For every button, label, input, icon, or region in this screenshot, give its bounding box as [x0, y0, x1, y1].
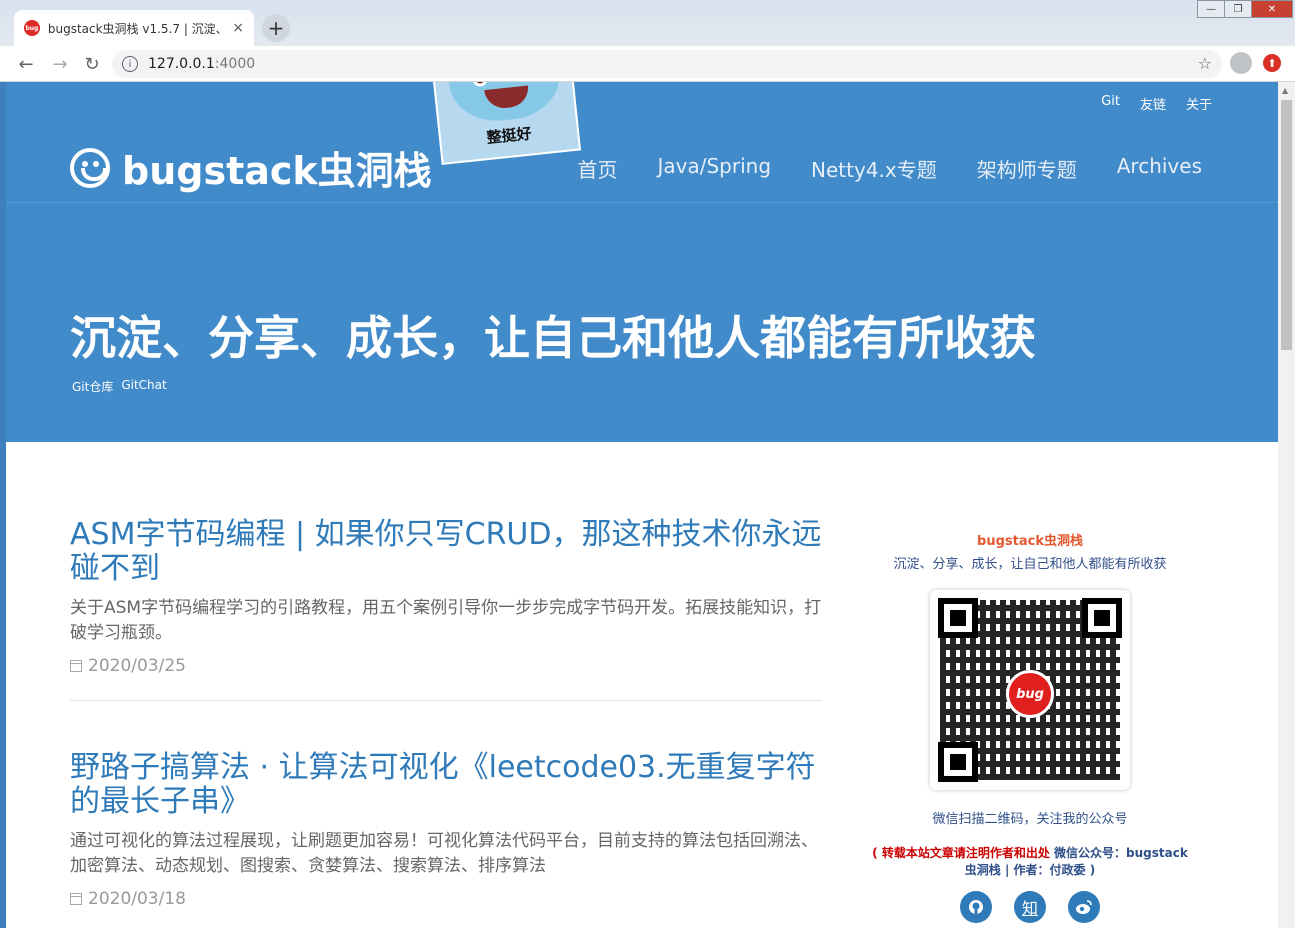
hero-link-gitchat[interactable]: GitChat: [121, 378, 166, 395]
close-window-button[interactable]: ✕: [1251, 0, 1293, 18]
sidebar-scan-text: 微信扫描二维码，关注我的公众号: [932, 812, 1128, 827]
hero-links: Git仓库 GitChat: [72, 378, 167, 395]
back-arrow-icon[interactable]: ←: [14, 52, 38, 76]
nav-link-home[interactable]: 首页: [578, 154, 618, 183]
smile-icon: [70, 147, 110, 188]
bookmark-star-icon[interactable]: ☆: [1198, 54, 1212, 73]
post-title[interactable]: ASM字节码编程 | 如果你只写CRUD，那这种技术你永远碰不到: [70, 518, 822, 586]
window-controls: — ❐ ✕: [1197, 0, 1293, 18]
url-text: 127.0.0.1:4000: [148, 56, 255, 72]
page-viewport: Git 友链 关于 bugstack虫洞栈 首页 Java/Spring Net…: [6, 82, 1278, 928]
nav-divider: [6, 202, 1278, 203]
hero-title: 沉淀、分享、成长，让自己和他人都能有所收获: [70, 311, 1036, 365]
browser-toolbar: ← → ↻ i 127.0.0.1:4000 ☆ ⬆: [0, 46, 1295, 82]
topnav-link-friends[interactable]: 友链: [1140, 94, 1166, 113]
zhihu-icon[interactable]: 知: [1014, 891, 1046, 923]
minimize-button[interactable]: —: [1197, 0, 1225, 18]
tab-close-icon[interactable]: ×: [232, 20, 244, 36]
calendar-icon: [70, 660, 82, 672]
mascot-sticker-image: 整挺好: [426, 82, 582, 165]
nav-link-archives[interactable]: Archives: [1117, 154, 1202, 183]
nav-link-netty[interactable]: Netty4.x专题: [811, 154, 937, 183]
post-date-text: 2020/03/18: [88, 889, 186, 909]
mascot-caption: 整挺好: [485, 124, 533, 148]
qr-finder-top-right: [1082, 598, 1122, 638]
hero-header: Git 友链 关于 bugstack虫洞栈 首页 Java/Spring Net…: [6, 82, 1278, 442]
qr-finder-bottom-left: [938, 742, 978, 782]
scroll-thumb[interactable]: [1281, 100, 1292, 350]
site-info-icon[interactable]: i: [122, 56, 138, 72]
nav-link-java-spring[interactable]: Java/Spring: [658, 154, 772, 183]
post-summary: 关于ASM字节码编程学习的引路教程，用五个案例引导你一步步完成字节码开发。拓展技…: [70, 598, 822, 643]
new-tab-button[interactable]: +: [262, 14, 290, 42]
sidebar: bugstack虫洞栈 沉淀、分享、成长，让自己和他人都能有所收获 bug 微信…: [868, 530, 1192, 923]
profile-avatar-icon[interactable]: [1230, 52, 1252, 74]
post-date-text: 2020/03/25: [88, 656, 186, 676]
reload-icon[interactable]: ↻: [80, 52, 104, 76]
hero-link-git-repo[interactable]: Git仓库: [72, 378, 113, 395]
post-date: 2020/03/18: [70, 889, 822, 909]
browser-tab-strip: bug bugstack虫洞栈 v1.5.7 | 沉淀、分享 × + — ❐ ✕: [0, 0, 1295, 46]
topnav-link-about[interactable]: 关于: [1186, 94, 1212, 113]
top-nav: Git 友链 关于: [1101, 94, 1212, 113]
url-port: :4000: [214, 56, 256, 72]
wechat-qr-code: bug: [930, 590, 1130, 790]
post-item: ASM字节码编程 | 如果你只写CRUD，那这种技术你永远碰不到 关于ASM字节…: [70, 518, 822, 701]
restore-button[interactable]: ❐: [1224, 0, 1252, 18]
notice-red-text: ( 转载本站文章请注明作者和出处: [872, 846, 1050, 860]
topnav-link-git[interactable]: Git: [1101, 94, 1120, 113]
address-bar[interactable]: i 127.0.0.1:4000 ☆: [112, 50, 1222, 78]
weibo-icon[interactable]: [1068, 891, 1100, 923]
site-brand[interactable]: bugstack虫洞栈: [70, 140, 432, 195]
brand-name: bugstack虫洞栈: [122, 149, 432, 193]
mascot-eye-left: [469, 82, 490, 88]
qr-bug-logo: bug: [1006, 670, 1054, 718]
post-list: ASM字节码编程 | 如果你只写CRUD，那这种技术你永远碰不到 关于ASM字节…: [70, 518, 822, 909]
mascot-mouth: [484, 85, 531, 110]
post-summary: 通过可视化的算法过程展现，让刷题更加容易！可视化算法代码平台，目前支持的算法包括…: [70, 831, 818, 876]
sidebar-brand: bugstack虫洞栈: [977, 534, 1083, 549]
url-host: 127.0.0.1: [148, 56, 215, 72]
github-icon[interactable]: [960, 891, 992, 923]
mascot-head: [444, 82, 564, 126]
tab-title: bugstack虫洞栈 v1.5.7 | 沉淀、分享: [47, 21, 226, 36]
sidebar-copyright-notice: ( 转载本站文章请注明作者和出处 微信公众号：bugstack虫洞栈 | 作者：…: [868, 845, 1192, 879]
post-item: 野路子搞算法 · 让算法可视化《leetcode03.无重复字符的最长子串》 通…: [70, 751, 822, 909]
sidebar-slogan: 沉淀、分享、成长，让自己和他人都能有所收获: [893, 557, 1167, 572]
github-glyph: [969, 900, 983, 914]
mascot-eye-right: [515, 82, 536, 83]
tab-favicon-icon: bug: [24, 20, 40, 36]
post-date: 2020/03/25: [70, 656, 822, 676]
forward-arrow-icon[interactable]: →: [48, 52, 72, 76]
qr-finder-top-left: [938, 598, 978, 638]
scroll-up-arrow-icon[interactable]: ▲: [1282, 86, 1288, 95]
calendar-icon: [70, 893, 82, 905]
browser-tab[interactable]: bug bugstack虫洞栈 v1.5.7 | 沉淀、分享 ×: [14, 10, 254, 46]
extension-icon[interactable]: ⬆: [1263, 54, 1281, 72]
weibo-glyph: [1076, 900, 1092, 914]
main-nav: 首页 Java/Spring Netty4.x专题 架构师专题 Archives: [578, 154, 1203, 183]
nav-link-architect[interactable]: 架构师专题: [977, 154, 1077, 183]
page-scrollbar[interactable]: ▲: [1278, 82, 1295, 928]
social-links: 知: [868, 891, 1192, 923]
post-title[interactable]: 野路子搞算法 · 让算法可视化《leetcode03.无重复字符的最长子串》: [70, 751, 822, 819]
